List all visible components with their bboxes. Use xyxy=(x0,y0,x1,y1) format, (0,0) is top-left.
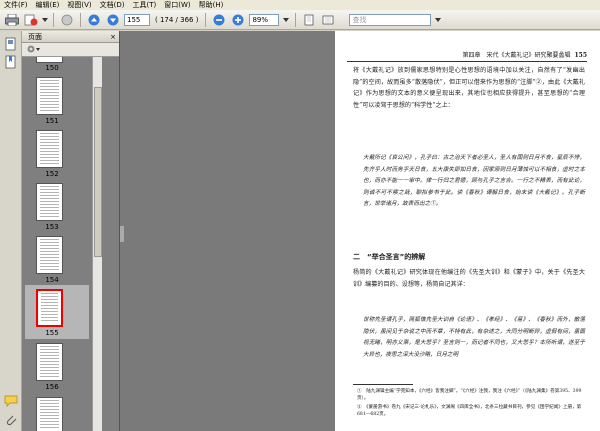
page-number: 155 xyxy=(574,52,587,59)
footnote: ② 《蒙册游书》卷九《宋记三·论札乐》，文渊阁《四库全书》，北条三拉藏书目刊，参… xyxy=(357,405,582,417)
pages-panel-title: 页面 xyxy=(28,33,42,41)
page-thumbnail-label: 155 xyxy=(45,329,59,337)
footnote-rule xyxy=(353,384,413,385)
pages-panel-icon[interactable] xyxy=(4,37,18,53)
thumbnail-scrollbar[interactable] xyxy=(92,57,102,431)
body-paragraph: 杨简的《大戴礼记》研究体现在他编注的《先圣大训》和《蒙子》中，关于《先圣大训》编… xyxy=(353,269,585,288)
page-thumbnail[interactable] xyxy=(36,57,63,63)
zoom-out-icon[interactable] xyxy=(211,12,227,28)
document-viewer[interactable]: 第四章 宋代《大戴礼记》研究聚要蠡辑 155 将《大戴礼记》放到儒家思想特别是心性… xyxy=(120,31,600,431)
comments-icon[interactable] xyxy=(4,395,18,409)
options-gear-icon[interactable] xyxy=(26,44,40,56)
menu-window[interactable]: 窗口(W) xyxy=(164,0,190,10)
menu-tools[interactable]: 工具(T) xyxy=(133,0,157,10)
footnote: ① 陆九渊辑主编“学苑知本，《六经》皆我注脚”。“《六经》注我，我注《六经》”（… xyxy=(357,389,582,401)
separator xyxy=(53,12,54,27)
page-thumbnail[interactable] xyxy=(36,343,63,381)
page-count: ( 174 / 366 ) xyxy=(155,15,199,24)
search-input[interactable]: 查找 xyxy=(349,13,432,26)
section-heading: 二 “举合圣言”的辨解 xyxy=(353,253,426,261)
running-header: 第四章 宋代《大戴礼记》研究聚要蠡辑 155 xyxy=(347,50,587,62)
zoom-dropdown-icon[interactable] xyxy=(282,12,290,28)
print-icon[interactable] xyxy=(4,12,20,28)
running-head-title: 第四章 宋代《大戴礼记》研究聚要蠡辑 xyxy=(462,52,571,59)
panel-resize-handle[interactable] xyxy=(120,226,124,242)
menu-file[interactable]: 文件(F) xyxy=(4,0,28,10)
scrollbar-thumb[interactable] xyxy=(94,87,102,257)
document-page: 第四章 宋代《大戴礼记》研究聚要蠡辑 155 将《大戴礼记》放到儒家思想特别是心性… xyxy=(335,31,600,431)
close-panel-button[interactable]: × xyxy=(110,31,116,43)
page-thumbnail-label: 151 xyxy=(45,117,59,125)
dropdown-arrow-icon[interactable] xyxy=(42,12,48,28)
page-thumbnail-label: 153 xyxy=(45,223,59,231)
page-thumbnail-selected[interactable] xyxy=(36,289,63,327)
panel-options xyxy=(22,43,119,57)
page-thumbnail-label: 150 xyxy=(45,64,59,72)
search-dropdown-icon[interactable] xyxy=(434,12,442,28)
separator xyxy=(205,12,207,27)
page-thumbnail-label: 156 xyxy=(45,383,59,391)
hand-tool-icon[interactable] xyxy=(59,12,75,28)
zoom-level-input[interactable]: 89% xyxy=(249,13,280,26)
page-number-input[interactable]: 155 xyxy=(124,13,150,26)
thumbnail-list[interactable]: 150 151 152 153 154 155 156 xyxy=(22,57,119,431)
menu-view[interactable]: 视图(V) xyxy=(67,0,91,10)
email-icon[interactable] xyxy=(23,12,39,28)
page-thumbnail[interactable] xyxy=(36,183,63,221)
next-page-icon[interactable] xyxy=(105,12,121,28)
navigation-rail xyxy=(0,31,22,431)
separator xyxy=(295,12,297,27)
fit-width-icon[interactable] xyxy=(320,12,336,28)
separator xyxy=(80,12,81,27)
menu-edit[interactable]: 编辑(E) xyxy=(36,0,60,10)
toolbar: 155 ( 174 / 366 ) 89% 查找 xyxy=(0,10,600,30)
page-thumbnail[interactable] xyxy=(36,236,63,274)
menu-bar: 文件(F) 编辑(E) 视图(V) 文档(D) 工具(T) 窗口(W) 帮助(H… xyxy=(0,0,600,10)
pages-panel-header: 页面 × xyxy=(22,31,119,43)
block-quote: 世称先圣谓孔子，简狐惟先圣大训自《论语》、《孝经》、《易》、《春秋》而外，散落隐… xyxy=(363,317,585,358)
menu-document[interactable]: 文档(D) xyxy=(100,0,125,10)
page-thumbnail[interactable] xyxy=(36,130,63,168)
body-paragraph: 将《大戴礼记》放到儒家思想特别是心性思想的语境中加以关注，自然有了“发幽出隐”的… xyxy=(353,67,585,109)
previous-page-icon[interactable] xyxy=(86,12,102,28)
attachments-icon[interactable] xyxy=(5,413,17,429)
page-thumbnail[interactable] xyxy=(36,77,63,115)
zoom-in-icon[interactable] xyxy=(230,12,246,28)
fit-page-icon[interactable] xyxy=(301,12,317,28)
page-thumbnail-label: 154 xyxy=(45,276,59,284)
page-thumbnail-label: 152 xyxy=(45,170,59,178)
block-quote: 大戴所记《哀公问》，孔子曰：古之治天下者必圣人，圣人有国则日月不食，星辰不悖，先… xyxy=(363,155,585,207)
menu-help[interactable]: 帮助(H) xyxy=(199,0,224,10)
bookmarks-panel-icon[interactable] xyxy=(4,55,18,71)
pages-panel: 页面 × 150 151 152 153 154 155 156 xyxy=(22,31,120,431)
page-thumbnail[interactable] xyxy=(36,397,63,431)
